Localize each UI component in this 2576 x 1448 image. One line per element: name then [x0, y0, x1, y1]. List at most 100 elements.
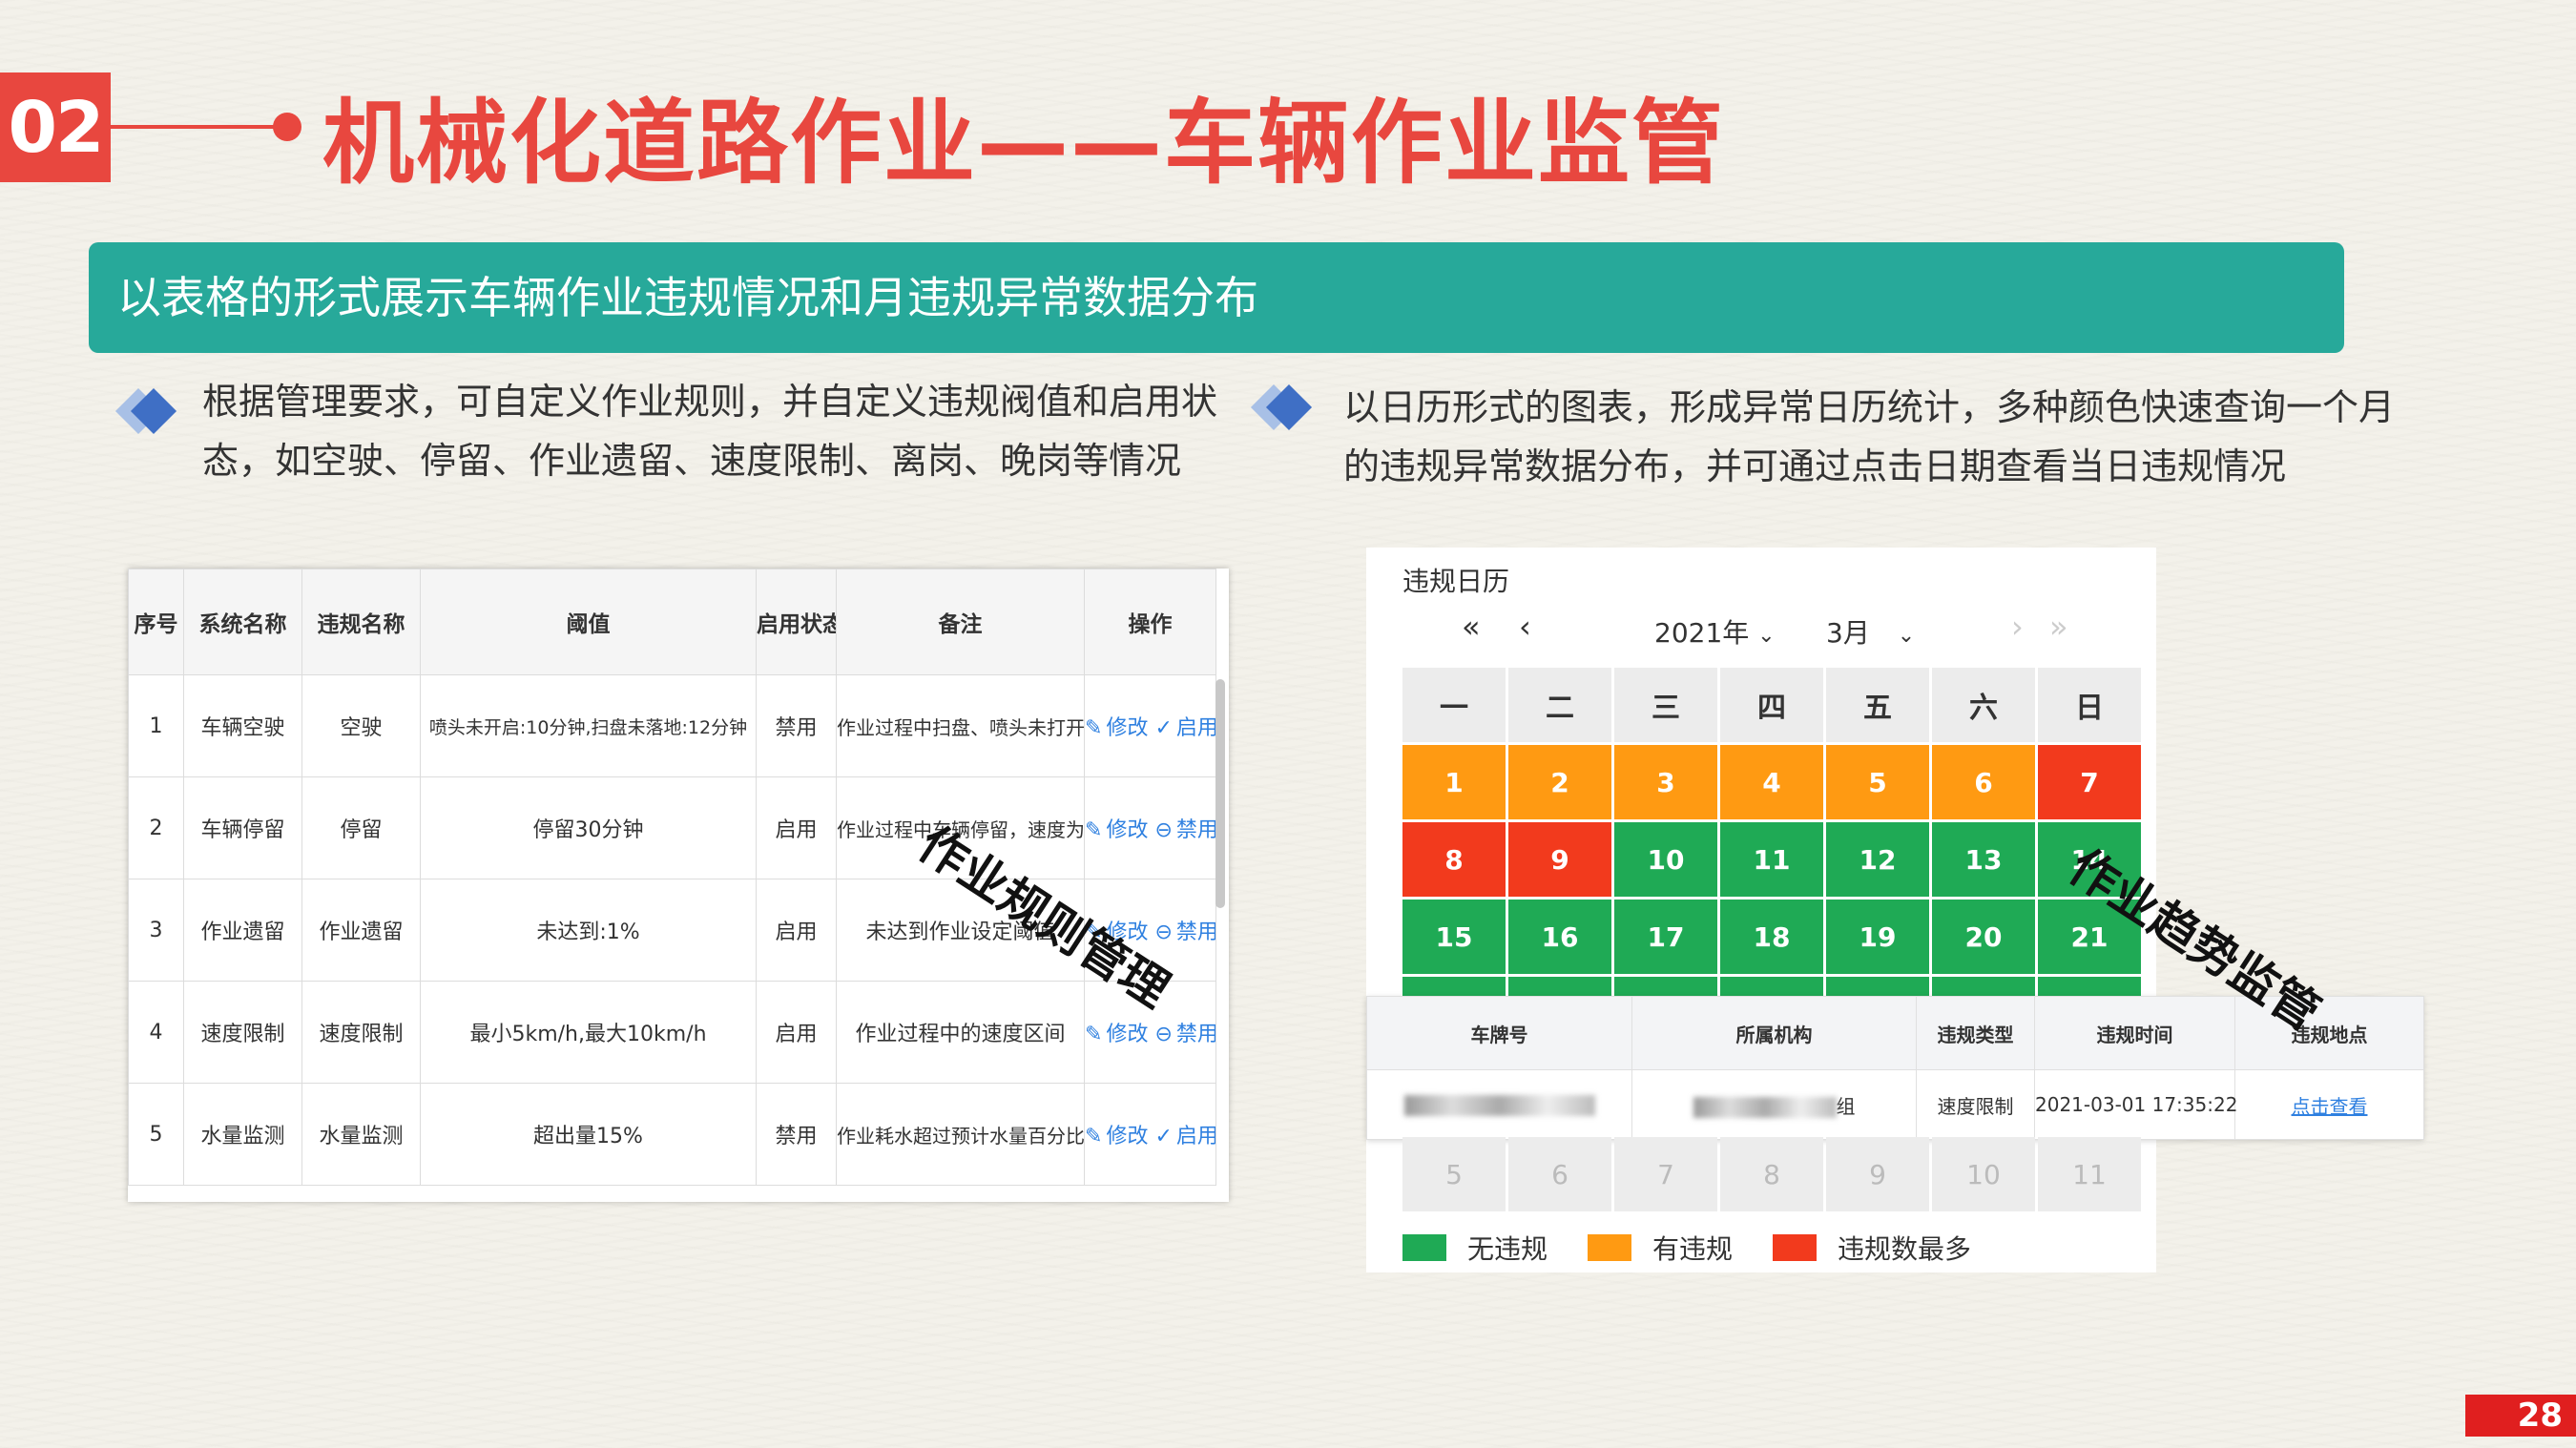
calendar-day-6[interactable]: 6 — [1932, 745, 2035, 819]
cell-threshold: 超出量15% — [420, 1083, 757, 1186]
summary-banner: 以表格的形式展示车辆作业违规情况和月违规异常数据分布 — [89, 242, 2344, 353]
table-row: 4 速度限制 速度限制 最小5km/h,最大10km/h 启用 作业过程中的速度… — [128, 981, 1216, 1084]
enable-button[interactable]: 启用 — [1176, 716, 1215, 740]
legend-label: 有违规 — [1652, 1233, 1734, 1265]
next-month-day-8: 8 — [1720, 1137, 1823, 1211]
calendar-day-11[interactable]: 11 — [1720, 822, 1823, 897]
calendar-day-5[interactable]: 5 — [1826, 745, 1929, 819]
minus-circle-icon: ⊖ — [1154, 1023, 1173, 1046]
cell-threshold: 喷头未开启:10分钟,扫盘未落地:12分钟 — [420, 674, 757, 777]
left-description-line-1: 根据管理要求，可自定义作业规则，并自定义违规阀值和启用状 — [202, 381, 1218, 423]
calendar-day-4[interactable]: 4 — [1720, 745, 1823, 819]
next-month-day-11: 11 — [2038, 1137, 2141, 1211]
next-year-icon[interactable]: » — [2049, 609, 2068, 645]
page-title: 机械化道路作业——车辆作业监管 — [322, 90, 1725, 197]
pencil-icon: ✎ — [1085, 1125, 1103, 1148]
view-location-link[interactable]: 点击查看 — [2292, 1095, 2368, 1118]
chevron-down-icon: ⌄ — [1757, 624, 1776, 648]
cell-remark: 作业过程中的速度区间 — [836, 981, 1085, 1084]
cell-name: 水量监测 — [301, 1083, 421, 1186]
calendar-day-12[interactable]: 12 — [1826, 822, 1929, 897]
col-header-threshold: 阈值 — [420, 569, 757, 675]
next-month-day-5: 5 — [1402, 1137, 1506, 1211]
col-header-status: 启用状态 — [756, 569, 837, 675]
right-description-line-2: 的违规异常数据分布，并可通过点击日期查看当日违规情况 — [1343, 445, 2287, 487]
table-row: 5 水量监测 水量监测 超出量15% 禁用 作业耗水超过预计水量百分比 ✎ 修改 … — [128, 1083, 1216, 1186]
prev-month-icon[interactable]: ‹ — [1519, 609, 1531, 645]
cell-name: 速度限制 — [301, 981, 421, 1084]
col-header-name: 违规名称 — [301, 569, 421, 675]
edit-button[interactable]: 修改 — [1106, 716, 1148, 740]
enable-button[interactable]: 启用 — [1176, 1125, 1215, 1148]
cell-status: 禁用 — [756, 674, 837, 777]
calendar-day-8[interactable]: 8 — [1402, 822, 1506, 897]
month-select[interactable]: 3月 ⌄ — [1826, 612, 1915, 651]
cell-system: 作业遗留 — [183, 879, 302, 982]
weekday-header: 四 — [1720, 668, 1823, 742]
cell-status: 启用 — [756, 879, 837, 982]
left-description: 根据管理要求，可自定义作业规则，并自定义违规阀值和启用状 态，如空驶、停留、作业… — [202, 372, 1217, 490]
calendar-day-10[interactable]: 10 — [1614, 822, 1717, 897]
col-header-system: 系统名称 — [183, 569, 302, 675]
prev-year-icon[interactable]: « — [1462, 609, 1481, 645]
cell-plate — [1366, 1069, 1632, 1140]
col-header-no: 序号 — [128, 569, 184, 675]
col-header-type: 违规类型 — [1916, 996, 2035, 1070]
calendar-day-17[interactable]: 17 — [1614, 900, 1717, 974]
legend-label: 违规数最多 — [1838, 1233, 1972, 1265]
table-row: 1 车辆空驶 空驶 喷头未开启:10分钟,扫盘未落地:12分钟 禁用 作业过程中… — [128, 674, 1216, 777]
cell-no: 3 — [128, 879, 184, 982]
calendar-day-13[interactable]: 13 — [1932, 822, 2035, 897]
next-month-day-6: 6 — [1508, 1137, 1611, 1211]
weekday-header: 二 — [1508, 668, 1611, 742]
edit-button[interactable]: 修改 — [1106, 1023, 1148, 1046]
weekday-header: 日 — [2038, 668, 2141, 742]
calendar-day-16[interactable]: 16 — [1508, 900, 1611, 974]
cell-location: 点击查看 — [2234, 1069, 2424, 1140]
blurred-org — [1693, 1097, 1837, 1118]
calendar-day-20[interactable]: 20 — [1932, 900, 2035, 974]
calendar-day-1[interactable]: 1 — [1402, 745, 1506, 819]
calendar-day-7[interactable]: 7 — [2038, 745, 2141, 819]
disable-button[interactable]: 禁用 — [1176, 1023, 1215, 1046]
org-suffix: 组 — [1836, 1094, 1856, 1118]
next-month-day-10: 10 — [1932, 1137, 2035, 1211]
section-connector-dot — [273, 113, 301, 141]
legend-swatch-red — [1773, 1234, 1817, 1261]
right-description: 以日历形式的图表，形成异常日历统计，多种颜色快速查询一个月 的违规异常数据分布，… — [1343, 378, 2395, 496]
cell-remark: 作业耗水超过预计水量百分比 — [836, 1083, 1085, 1186]
banner-text: 以表格的形式展示车辆作业违规情况和月违规异常数据分布 — [117, 272, 1258, 323]
calendar-day-19[interactable]: 19 — [1826, 900, 1929, 974]
weekday-header: 六 — [1932, 668, 2035, 742]
pencil-icon: ✎ — [1085, 818, 1103, 842]
cell-no: 1 — [128, 674, 184, 777]
diamond-bullet-icon — [114, 382, 177, 439]
pencil-icon: ✎ — [1085, 716, 1103, 740]
disable-button[interactable]: 禁用 — [1176, 921, 1215, 944]
edit-button[interactable]: 修改 — [1106, 1125, 1148, 1148]
cell-no: 2 — [128, 776, 184, 879]
page-number: 28 — [2465, 1395, 2576, 1437]
calendar-day-3[interactable]: 3 — [1614, 745, 1717, 819]
pencil-icon: ✎ — [1085, 1023, 1103, 1046]
calendar-title: 违规日历 — [1402, 566, 1510, 597]
edit-button[interactable]: 修改 — [1106, 818, 1148, 842]
disable-button[interactable]: 禁用 — [1176, 818, 1215, 842]
calendar-day-2[interactable]: 2 — [1508, 745, 1611, 819]
cell-system: 车辆空驶 — [183, 674, 302, 777]
legend-most-violations: 违规数最多 — [1773, 1229, 1971, 1267]
calendar-day-15[interactable]: 15 — [1402, 900, 1506, 974]
col-header-org: 所属机构 — [1631, 996, 1917, 1070]
minus-circle-icon: ⊖ — [1154, 818, 1173, 842]
weekday-header: 一 — [1402, 668, 1506, 742]
calendar-day-18[interactable]: 18 — [1720, 900, 1823, 974]
col-header-action: 操作 — [1084, 569, 1216, 675]
calendar-day-9[interactable]: 9 — [1508, 822, 1611, 897]
check-circle-icon: ✓ — [1154, 716, 1173, 740]
diamond-bullet-icon — [1250, 378, 1313, 435]
table-scrollbar[interactable] — [1215, 679, 1225, 908]
col-header-remark: 备注 — [836, 569, 1085, 675]
year-select[interactable]: 2021年 ⌄ — [1654, 612, 1776, 651]
next-month-icon[interactable]: › — [2011, 609, 2024, 645]
weekday-header: 三 — [1614, 668, 1717, 742]
